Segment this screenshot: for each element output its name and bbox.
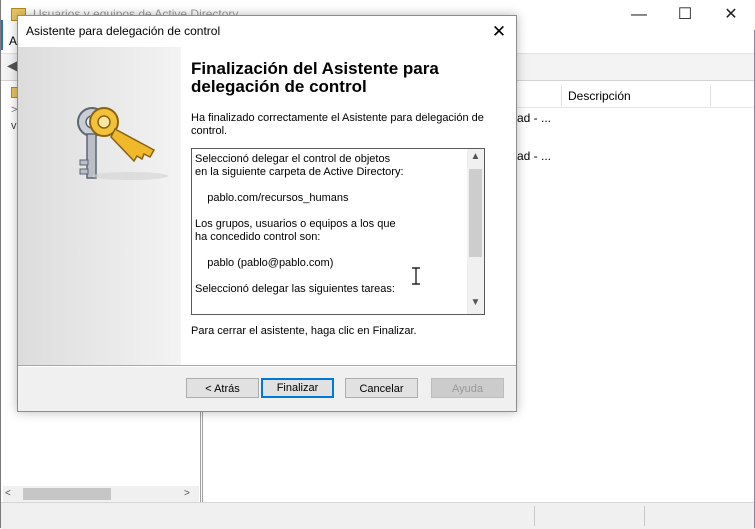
status-divider	[644, 506, 645, 526]
status-divider	[534, 506, 535, 526]
footer-divider-highlight	[18, 366, 516, 367]
cancel-button[interactable]: Cancelar	[345, 378, 418, 398]
wizard-footer-text: Para cerrar el asistente, haga clic en F…	[191, 325, 417, 337]
summary-textbox[interactable]: Seleccionó delegar el control de objetos…	[191, 148, 485, 315]
maximize-icon[interactable]: ☐	[662, 0, 708, 30]
close-icon[interactable]: ✕	[484, 18, 514, 45]
column-header-description[interactable]: Descripción	[568, 89, 631, 103]
summary-line: Los grupos, usuarios o equipos a los que	[195, 218, 396, 230]
summary-line: en la siguiente carpeta de Active Direct…	[195, 166, 404, 178]
wizard-intro-text: Ha finalizado correctamente el Asistente…	[191, 112, 484, 137]
help-button[interactable]: Ayuda	[431, 378, 504, 398]
summary-line	[195, 205, 465, 218]
tree-collapse-icon[interactable]: v	[11, 120, 17, 132]
status-bar	[1, 502, 755, 529]
details-row[interactable]: ad - ...	[517, 111, 551, 125]
summary-line	[195, 244, 465, 257]
summary-line: Seleccionó delegar las siguientes tareas…	[195, 283, 395, 295]
window-edge	[1, 20, 3, 50]
delegation-wizard-dialog: Asistente para delegación de control ✕ F…	[17, 15, 517, 412]
i-beam-cursor-icon	[412, 267, 420, 285]
summary-line: Seleccionó delegar el control de objetos	[195, 153, 391, 165]
minimize-icon[interactable]: —	[616, 0, 662, 30]
summary-line: ha concedido control son:	[195, 231, 321, 243]
dialog-title: Asistente para delegación de control	[26, 24, 221, 38]
scroll-right-icon[interactable]: >	[184, 486, 190, 502]
close-window-icon[interactable]: ✕	[708, 0, 754, 30]
keys-icon	[77, 107, 168, 180]
wizard-heading: Finalización del Asistente para delegaci…	[191, 59, 439, 96]
scrollbar-thumb[interactable]	[23, 488, 111, 500]
menu-item-file[interactable]: A	[9, 34, 17, 48]
column-divider[interactable]	[710, 86, 711, 106]
chevron-up-icon[interactable]: ▲	[467, 151, 484, 162]
chevron-down-icon[interactable]: ▼	[467, 297, 484, 308]
scrollbar-thumb[interactable]	[469, 169, 482, 257]
finish-button[interactable]: Finalizar	[261, 378, 334, 398]
back-button[interactable]: < Atrás	[186, 378, 259, 398]
scroll-left-icon[interactable]: <	[5, 486, 11, 502]
summary-line	[195, 179, 465, 192]
summary-line	[195, 270, 465, 283]
summary-line: pablo.com/recursos_humans	[195, 192, 349, 204]
summary-line: pablo (pablo@pablo.com)	[195, 257, 334, 269]
details-column-header	[517, 83, 755, 108]
column-divider[interactable]	[561, 86, 562, 106]
summary-text: Seleccionó delegar el control de objetos…	[195, 153, 465, 296]
details-row[interactable]: ad - ...	[517, 149, 551, 163]
